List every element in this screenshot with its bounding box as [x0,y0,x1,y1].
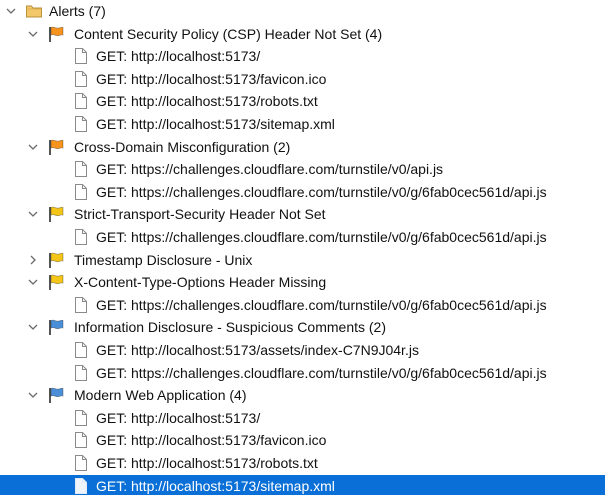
alert-label: Modern Web Application (4) [74,387,247,403]
flag-icon [47,273,65,291]
alert-instance[interactable]: GET: https://challenges.cloudflare.com/t… [0,294,605,316]
alert-instance[interactable]: GET: http://localhost:5173/favicon.ico [0,429,605,451]
alert-instance-url: GET: http://localhost:5173/favicon.ico [96,71,327,87]
alert-instance[interactable]: GET: http://localhost:5173/ [0,407,605,429]
page-icon [72,160,90,178]
alert-label: Content Security Policy (CSP) Header Not… [74,26,383,42]
alert-label: X-Content-Type-Options Header Missing [74,274,327,290]
alert-label: Strict-Transport-Security Header Not Set [74,206,326,222]
alert-instance[interactable]: GET: http://localhost:5173/ [0,45,605,67]
page-icon [72,228,90,246]
alert-instance-url: GET: https://challenges.cloudflare.com/t… [96,229,547,245]
page-icon [72,341,90,359]
page-icon [72,47,90,65]
alert-instance-url: GET: http://localhost:5173/robots.txt [96,455,318,471]
tree-root-alerts[interactable]: Alerts (7) [0,0,605,22]
alert-instance-url: GET: http://localhost:5173/ [96,48,261,64]
alert-node[interactable]: Content Security Policy (CSP) Header Not… [0,23,605,45]
flag-icon [47,138,65,156]
alert-instance-url: GET: http://localhost:5173/ [96,410,261,426]
chevron-down-icon[interactable] [25,23,41,45]
alert-instance[interactable]: GET: http://localhost:5173/robots.txt [0,452,605,474]
folder-icon [25,2,43,20]
alert-instance[interactable]: GET: https://challenges.cloudflare.com/t… [0,362,605,384]
alert-instance-url: GET: http://localhost:5173/assets/index-… [96,342,419,358]
chevron-down-icon[interactable] [25,271,41,293]
flag-icon [47,251,65,269]
alert-instance[interactable]: GET: https://challenges.cloudflare.com/t… [0,226,605,248]
alert-instance[interactable]: GET: https://challenges.cloudflare.com/t… [0,158,605,180]
alert-instance-url: GET: http://localhost:5173/sitemap.xml [96,478,335,494]
flag-icon [47,386,65,404]
alert-instance-url: GET: https://challenges.cloudflare.com/t… [96,184,547,200]
alert-node[interactable]: Modern Web Application (4) [0,384,605,406]
alert-instance-selected[interactable]: GET: http://localhost:5173/sitemap.xml [0,475,605,495]
chevron-down-icon[interactable] [25,384,41,406]
page-icon [72,409,90,427]
alert-node[interactable]: Information Disclosure - Suspicious Comm… [0,316,605,338]
alert-label: Timestamp Disclosure - Unix [74,252,253,268]
alert-instance-url: GET: http://localhost:5173/robots.txt [96,93,318,109]
page-icon [72,477,90,495]
tree-root-label: Alerts (7) [49,3,106,19]
chevron-down-icon[interactable] [25,203,41,225]
chevron-down-icon[interactable] [25,136,41,158]
page-icon [72,115,90,133]
alert-instance[interactable]: GET: http://localhost:5173/favicon.ico [0,68,605,90]
page-icon [72,431,90,449]
alert-node[interactable]: X-Content-Type-Options Header Missing [0,271,605,293]
page-icon [72,70,90,88]
chevron-down-icon[interactable] [3,0,19,22]
page-icon [72,364,90,382]
flag-icon [47,205,65,223]
page-icon [72,454,90,472]
alert-label: Cross-Domain Misconfiguration (2) [74,139,291,155]
alert-instance[interactable]: GET: http://localhost:5173/robots.txt [0,90,605,112]
alert-node[interactable]: Strict-Transport-Security Header Not Set [0,203,605,225]
page-icon [72,92,90,110]
page-icon [72,183,90,201]
flag-icon [47,25,65,43]
flag-icon [47,318,65,336]
alert-instance-url: GET: https://challenges.cloudflare.com/t… [96,365,547,381]
alert-instance-url: GET: https://challenges.cloudflare.com/t… [96,297,547,313]
alerts-tree[interactable]: Alerts (7) Content Security Policy (CSP) … [0,0,605,495]
page-icon [72,296,90,314]
alert-instance-url: GET: https://challenges.cloudflare.com/t… [96,161,444,177]
alert-node[interactable]: Cross-Domain Misconfiguration (2) [0,136,605,158]
alert-instance[interactable]: GET: http://localhost:5173/assets/index-… [0,339,605,361]
alert-instance[interactable]: GET: https://challenges.cloudflare.com/t… [0,181,605,203]
alert-instance[interactable]: GET: http://localhost:5173/sitemap.xml [0,113,605,135]
chevron-right-icon[interactable] [25,249,41,271]
alert-label: Information Disclosure - Suspicious Comm… [74,319,386,335]
alert-node[interactable]: Timestamp Disclosure - Unix [0,249,605,271]
chevron-down-icon[interactable] [25,316,41,338]
alert-instance-url: GET: http://localhost:5173/sitemap.xml [96,116,335,132]
alert-instance-url: GET: http://localhost:5173/favicon.ico [96,432,327,448]
